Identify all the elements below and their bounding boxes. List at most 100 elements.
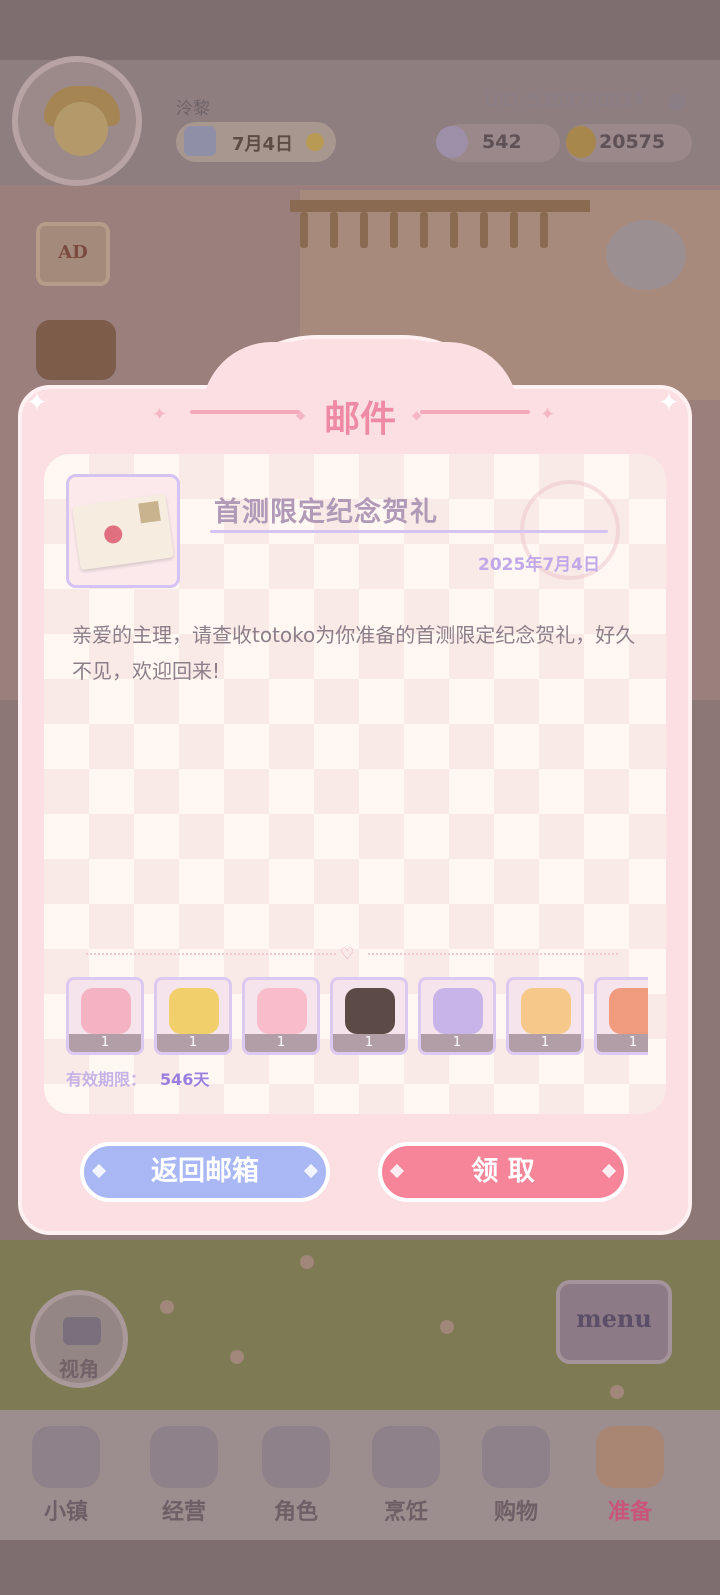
avatar-face <box>54 102 108 156</box>
camera-icon <box>63 1317 101 1345</box>
nav-item-character[interactable]: 角色 <box>246 1420 346 1530</box>
scene-baluster <box>450 212 458 248</box>
mail-body: 亲爱的主理，请查收totoko为你准备的首测限定纪念贺礼，好久不见，欢迎回来! <box>72 623 636 683</box>
sparkle-icon: ✦ <box>658 388 680 418</box>
item-quantity: 1 <box>509 1034 581 1052</box>
scene-baluster <box>390 212 398 248</box>
date-text: 7月4日 <box>232 134 294 155</box>
ad-label: AD <box>58 242 88 263</box>
chest-icon[interactable] <box>36 320 116 380</box>
nav-label: 小镇 <box>43 1500 88 1525</box>
copy-uid-icon[interactable] <box>668 93 686 111</box>
item-art <box>433 988 483 1034</box>
shopping-bag-icon <box>482 1426 550 1488</box>
nav-item-business[interactable]: 经营 <box>134 1420 234 1530</box>
calendar-icon <box>184 126 216 156</box>
nav-label: 角色 <box>273 1500 318 1525</box>
scene-baluster <box>420 212 428 248</box>
menu-button[interactable]: menu <box>556 1280 672 1364</box>
scene-flower <box>300 1255 314 1269</box>
star-icon: ✦ <box>540 404 556 425</box>
item-art <box>257 988 307 1034</box>
nav-label: 经营 <box>161 1500 206 1525</box>
scene-baluster <box>300 212 308 248</box>
sun-icon <box>306 133 324 151</box>
postage-stamp-icon <box>138 500 161 524</box>
divider <box>368 953 618 955</box>
attachment-item[interactable]: 1 <box>66 977 144 1055</box>
item-art <box>609 988 648 1034</box>
scene-baluster <box>330 212 338 248</box>
scene-railing <box>290 200 590 212</box>
validity-value: 546天 <box>160 1070 210 1089</box>
heart-seal-icon <box>103 524 124 545</box>
player-avatar[interactable] <box>12 56 142 186</box>
character-icon <box>262 1426 330 1488</box>
camera-view-button[interactable]: 视角 <box>30 1290 128 1388</box>
sandwich-icon <box>372 1426 440 1488</box>
shop-bag-icon <box>150 1426 218 1488</box>
scene-flower <box>230 1350 244 1364</box>
attachment-item[interactable]: 1 <box>594 977 648 1055</box>
dialog-title: 邮件 <box>323 399 396 440</box>
diamond-icon <box>389 1163 405 1179</box>
mail-date: 2025年7月4日 <box>478 555 600 575</box>
nav-label: 烹饪 <box>383 1500 428 1525</box>
item-quantity: 1 <box>245 1034 317 1052</box>
nav-label: 准备 <box>607 1500 652 1525</box>
scene-baluster <box>480 212 488 248</box>
coin-icon <box>566 126 596 158</box>
nav-item-town[interactable]: 小镇 <box>16 1420 116 1530</box>
bottom-strip <box>0 1540 720 1595</box>
attachment-item[interactable]: 1 <box>418 977 496 1055</box>
nav-item-cooking[interactable]: 烹饪 <box>356 1420 456 1530</box>
subject-underline <box>210 530 608 533</box>
item-art <box>521 988 571 1034</box>
coin-count: 20575 <box>599 131 666 153</box>
attachment-item[interactable]: 1 <box>330 977 408 1055</box>
diamond-icon <box>91 1163 107 1179</box>
back-button-label: 返回邮箱 <box>151 1156 259 1187</box>
item-art <box>345 988 395 1034</box>
attachment-items-list[interactable]: 1 1 1 1 1 1 1 <box>66 977 648 1057</box>
scene-baluster <box>540 212 548 248</box>
pet-chat-icon[interactable] <box>606 220 686 290</box>
item-quantity: 1 <box>421 1034 493 1052</box>
view-label: 视角 <box>59 1357 99 1381</box>
item-quantity: 1 <box>69 1034 141 1052</box>
scene-flower <box>440 1320 454 1334</box>
sparkle-icon: ✦ <box>26 388 48 418</box>
menu-label: menu <box>576 1304 652 1333</box>
claim-button-label: 领 取 <box>471 1156 535 1187</box>
item-art <box>169 988 219 1034</box>
claim-button[interactable]: 领 取 <box>378 1142 628 1202</box>
nav-item-shopping[interactable]: 购物 <box>466 1420 566 1530</box>
attachment-item[interactable]: 1 <box>506 977 584 1055</box>
map-icon <box>32 1426 100 1488</box>
attachment-item[interactable]: 1 <box>154 977 232 1055</box>
item-quantity: 1 <box>597 1034 648 1052</box>
item-quantity: 1 <box>333 1034 405 1052</box>
letter-envelope-icon <box>72 493 174 571</box>
scene-flower <box>160 1300 174 1314</box>
scene-flower <box>610 1385 624 1399</box>
bow-icon: ♡ <box>340 944 355 963</box>
nav-item-prepare[interactable]: 准备 <box>580 1420 680 1530</box>
item-art <box>81 988 131 1034</box>
player-uid: UID: 5368790934 <box>485 90 644 111</box>
back-to-mailbox-button[interactable]: 返回邮箱 <box>80 1142 330 1202</box>
scene-baluster <box>510 212 518 248</box>
ad-button[interactable]: AD <box>36 222 110 286</box>
mail-subject: 首测限定纪念贺礼 <box>214 497 438 528</box>
player-name: 泠黎 <box>176 99 210 119</box>
scene-baluster <box>360 212 368 248</box>
gem-count: 542 <box>482 131 522 153</box>
diamond-icon <box>601 1163 617 1179</box>
basket-icon <box>596 1426 664 1488</box>
attachment-item[interactable]: 1 <box>242 977 320 1055</box>
star-icon: ✦ <box>152 404 168 425</box>
validity-label: 有效期限： <box>66 1070 147 1089</box>
nav-label: 购物 <box>493 1500 538 1525</box>
gem-icon <box>436 126 468 158</box>
divider <box>86 953 336 955</box>
